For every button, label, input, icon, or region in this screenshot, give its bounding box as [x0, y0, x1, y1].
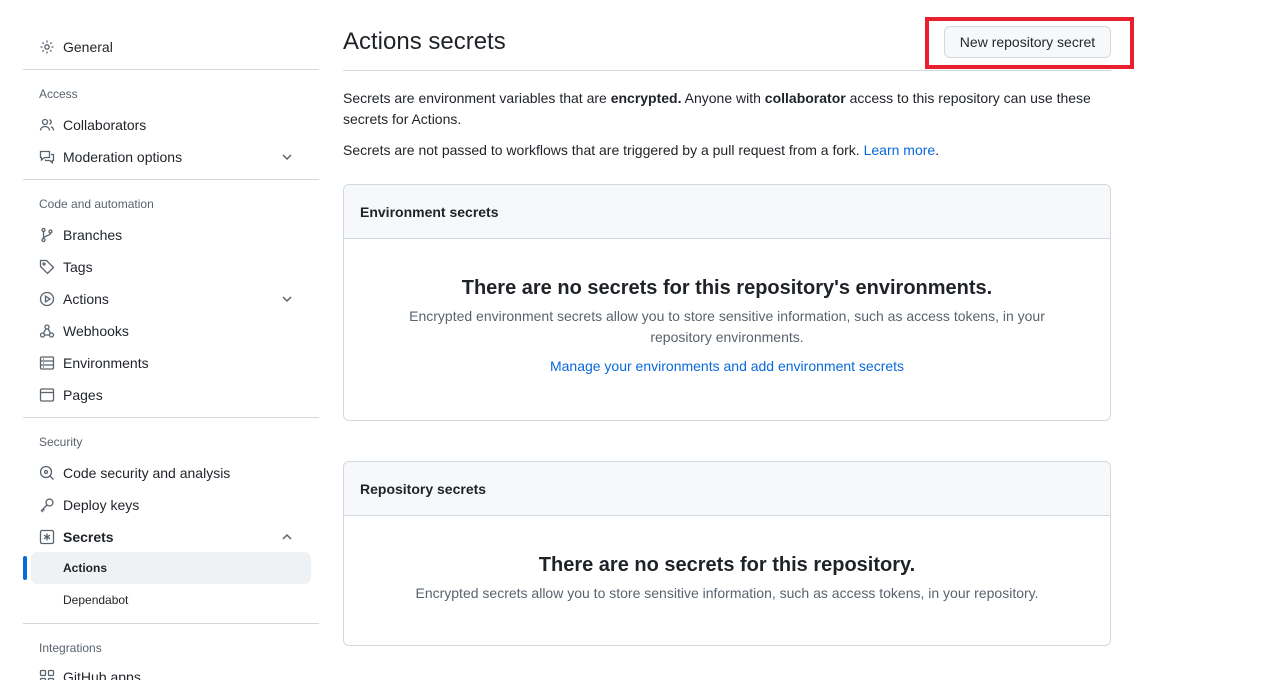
repository-secrets-blankslate: There are no secrets for this repository…: [344, 554, 1110, 604]
git-branch-icon: [39, 227, 55, 243]
blankslate-title: There are no secrets for this repository…: [461, 277, 993, 299]
webhook-icon: [39, 323, 55, 339]
apps-icon: [39, 669, 55, 680]
sidebar-item-branches[interactable]: Branches: [31, 219, 311, 251]
environment-secrets-blankslate: There are no secrets for this repository…: [344, 277, 1110, 374]
sidebar-item-label: Dependabot: [63, 593, 129, 607]
blankslate-description: Encrypted secrets allow you to store sen…: [415, 585, 1039, 601]
blankslate-title: There are no secrets for this repository…: [538, 554, 916, 576]
section-title-integrations: Integrations: [39, 641, 102, 655]
sidebar-item-label: Pages: [63, 387, 103, 403]
sidebar-item-code-security[interactable]: Code security and analysis: [31, 457, 311, 489]
section-title-security: Security: [39, 435, 83, 449]
key-icon: [39, 497, 55, 513]
manage-environments-link[interactable]: Manage your environments and add environ…: [550, 358, 904, 374]
sidebar-item-github-apps[interactable]: GitHub apps: [31, 661, 311, 680]
tag-icon: [39, 259, 55, 275]
sidebar-item-label: Actions: [63, 291, 109, 307]
intro-bold-encrypted: encrypted.: [610, 90, 682, 106]
sidebar-item-label: Branches: [63, 227, 123, 243]
section-title-code-automation: Code and automation: [39, 197, 154, 211]
chevron-down-icon[interactable]: [279, 291, 295, 307]
active-item-marker: [23, 556, 27, 580]
sidebar-divider: [23, 69, 319, 70]
header-divider: [343, 70, 1111, 71]
fork-note-part: .: [935, 142, 940, 158]
sidebar-item-deploy-keys[interactable]: Deploy keys: [31, 489, 311, 521]
repository-secrets-box: Repository secrets There are no secrets …: [343, 461, 1111, 646]
sidebar-item-label: Tags: [63, 259, 93, 275]
page-title: Actions secrets: [343, 28, 506, 55]
fork-note-text: Secrets are not passed to workflows that…: [343, 140, 1103, 161]
sidebar-item-moderation-options[interactable]: Moderation options: [31, 141, 311, 173]
repository-secrets-header: Repository secrets: [344, 462, 1110, 516]
people-icon: [39, 117, 55, 133]
sidebar-item-label: GitHub apps: [63, 669, 141, 680]
settings-sidebar: General Access Collaborators Moderation …: [23, 0, 319, 680]
environment-secrets-header: Environment secrets: [344, 185, 1110, 239]
key-asterisk-icon: [39, 529, 55, 545]
sidebar-item-secrets-actions[interactable]: Actions: [31, 552, 311, 584]
server-icon: [39, 355, 55, 371]
intro-bold-collaborator: collaborator: [764, 90, 846, 106]
new-repository-secret-button[interactable]: New repository secret: [944, 26, 1111, 58]
play-icon: [39, 291, 55, 307]
sidebar-item-secrets[interactable]: Secrets: [31, 521, 311, 553]
blankslate-description: Encrypted environment secrets allow you …: [409, 308, 1045, 345]
intro-text: Secrets are environment variables that a…: [343, 88, 1103, 130]
fork-note-part: Secrets are not passed to workflows that…: [343, 142, 864, 158]
chevron-down-icon[interactable]: [279, 149, 295, 165]
sidebar-item-label: Code security and analysis: [63, 465, 231, 481]
sidebar-item-label: Deploy keys: [63, 497, 140, 513]
sidebar-item-label: Secrets: [63, 529, 114, 545]
sidebar-item-label: General: [63, 39, 113, 55]
section-title-access: Access: [39, 87, 78, 101]
comment-discussion-icon: [39, 149, 55, 165]
sidebar-divider: [23, 623, 319, 624]
sidebar-item-label: Webhooks: [63, 323, 129, 339]
intro-text-part: Anyone with: [681, 90, 765, 106]
sidebar-item-general[interactable]: General: [31, 31, 311, 63]
browser-icon: [39, 387, 55, 403]
intro-text-part: Secrets are environment variables that a…: [343, 90, 611, 106]
codescan-icon: [39, 465, 55, 481]
sidebar-item-secrets-dependabot[interactable]: Dependabot: [31, 584, 311, 616]
sidebar-item-actions[interactable]: Actions: [31, 283, 311, 315]
chevron-up-icon[interactable]: [279, 529, 295, 545]
gear-icon: [39, 39, 55, 55]
sidebar-item-label: Actions: [63, 561, 108, 575]
sidebar-divider: [23, 179, 319, 180]
sidebar-item-label: Environments: [63, 355, 149, 371]
sidebar-item-label: Collaborators: [63, 117, 147, 133]
learn-more-link[interactable]: Learn more: [864, 142, 936, 158]
sidebar-item-webhooks[interactable]: Webhooks: [31, 315, 311, 347]
sidebar-item-label: Moderation options: [63, 149, 183, 165]
sidebar-item-pages[interactable]: Pages: [31, 379, 311, 411]
sidebar-item-collaborators[interactable]: Collaborators: [31, 109, 311, 141]
sidebar-item-tags[interactable]: Tags: [31, 251, 311, 283]
sidebar-divider: [23, 417, 319, 418]
sidebar-item-environments[interactable]: Environments: [31, 347, 311, 379]
environment-secrets-box: Environment secrets There are no secrets…: [343, 184, 1111, 421]
